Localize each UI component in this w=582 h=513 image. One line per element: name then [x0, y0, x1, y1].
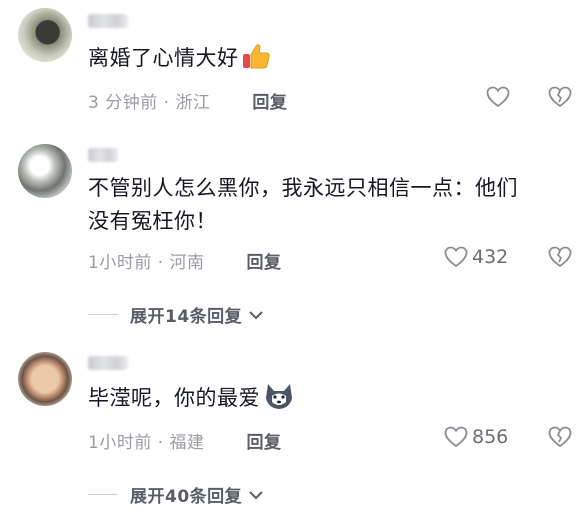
divider-line [88, 314, 118, 315]
comment-text-line1: 不管别人怎么黑你，我永远只相信一点：他们 [88, 176, 518, 200]
like-button[interactable]: 856 [444, 426, 508, 448]
comment-text: 毕滢呢，你的最爱 [88, 382, 558, 420]
avatar[interactable] [18, 144, 72, 198]
reply-button[interactable]: 回复 [246, 433, 281, 453]
comment-location: 浙江 [175, 93, 211, 113]
username-blurred[interactable] [88, 14, 128, 28]
heart-icon [486, 86, 510, 108]
expand-replies-label: 展开40条回复 [130, 487, 243, 507]
husky-dog-icon [264, 382, 294, 420]
broken-heart-icon [548, 426, 572, 447]
comment-time: 1小时前 [88, 433, 152, 453]
separator: · [163, 93, 170, 113]
like-count: 432 [472, 246, 509, 268]
avatar[interactable] [18, 8, 72, 62]
avatar[interactable] [18, 352, 72, 406]
separator: · [157, 433, 164, 453]
chevron-down-icon [249, 490, 263, 499]
comment-text: 不管别人怎么黑你，我永远只相信一点：他们 没有冤枉你！ [88, 172, 558, 238]
comment-location: 福建 [169, 433, 205, 453]
dislike-button[interactable] [548, 246, 572, 272]
comment-text-content: 离婚了心情大好 [88, 46, 239, 70]
dislike-button[interactable] [548, 86, 572, 112]
reply-button[interactable]: 回复 [246, 253, 281, 273]
like-button[interactable] [486, 86, 514, 108]
comment-time: 3 分钟前 [88, 93, 158, 113]
comment-meta: 1小时前 · 河南 回复 [88, 248, 281, 273]
chevron-down-icon [249, 310, 263, 319]
like-button[interactable]: 432 [444, 246, 508, 268]
dislike-button[interactable] [548, 426, 572, 452]
reply-button[interactable]: 回复 [252, 93, 287, 113]
username-blurred[interactable] [88, 148, 118, 162]
heart-icon [444, 246, 468, 268]
expand-replies-button[interactable]: 展开14条回复 [88, 302, 264, 327]
comment-meta: 3 分钟前 · 浙江 回复 [88, 88, 287, 113]
comment-text-line2: 没有冤枉你！ [88, 209, 217, 233]
comment-meta: 1小时前 · 福建 回复 [88, 428, 281, 453]
broken-heart-icon [548, 86, 572, 107]
comment-text-content: 毕滢呢，你的最爱 [88, 386, 260, 410]
comment-time: 1小时前 [88, 253, 152, 273]
heart-icon [444, 426, 468, 448]
broken-heart-icon [548, 246, 572, 267]
expand-replies-button[interactable]: 展开40条回复 [88, 482, 264, 507]
like-count: 856 [472, 426, 509, 448]
divider-line [88, 494, 118, 495]
comment-text: 离婚了心情大好 [88, 42, 558, 79]
thumbs-up-icon [241, 43, 271, 79]
username-blurred[interactable] [88, 356, 128, 370]
comment-location: 河南 [169, 253, 205, 273]
separator: · [157, 253, 164, 273]
expand-replies-label: 展开14条回复 [130, 307, 243, 327]
